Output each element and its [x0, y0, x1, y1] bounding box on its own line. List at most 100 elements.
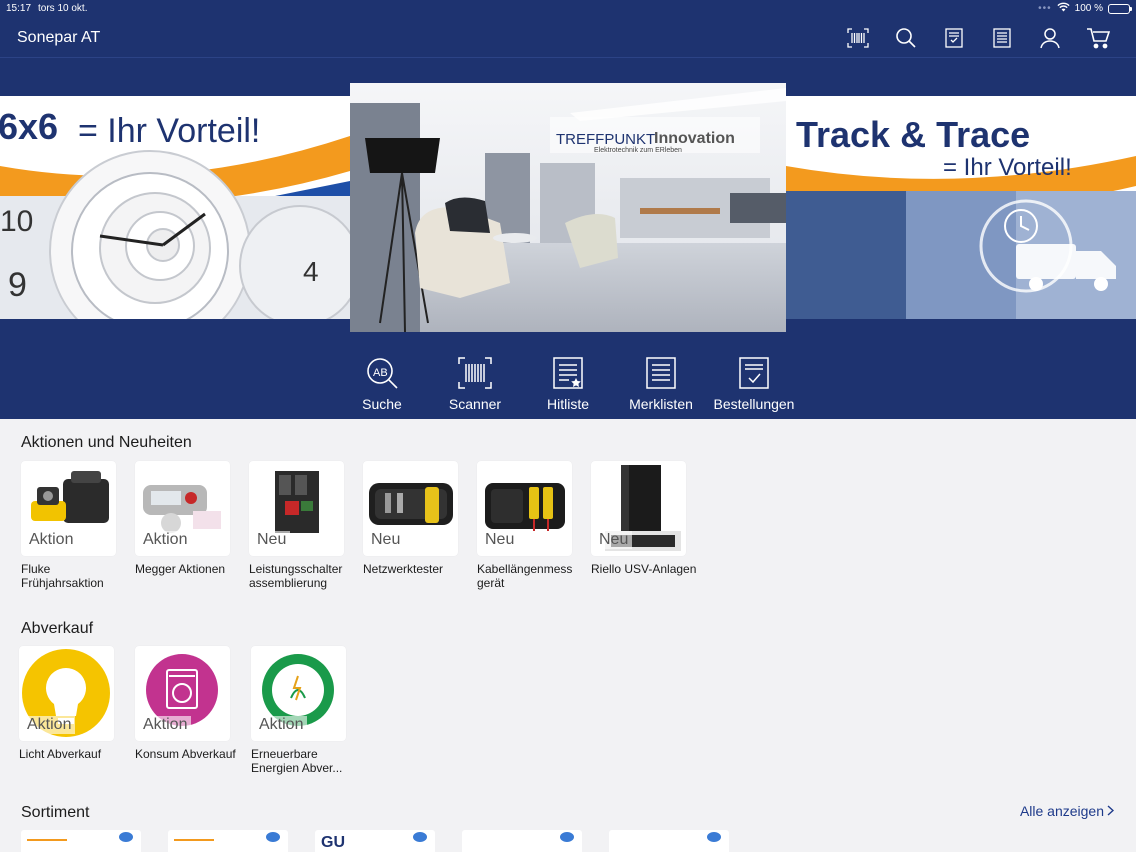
- barcode-icon: [430, 354, 520, 392]
- quick-action-label: Suche: [362, 396, 402, 412]
- tile-name: Megger Aktionen: [135, 562, 226, 576]
- tile-name: Fluke Frühjahrsaktion: [21, 562, 104, 590]
- banner-left-headline: 6x6: [0, 106, 59, 147]
- tile-badge: Aktion: [27, 716, 76, 734]
- banner-slide-6x6[interactable]: 10 9 4 6x6 = Ihr Vorteil!: [0, 96, 350, 319]
- banner-center-sub: Elektrotechnik zum ERleben: [594, 147, 682, 154]
- tile-name: Netzwerktester: [363, 562, 444, 576]
- quick-action-scanner[interactable]: Scanner: [430, 354, 520, 412]
- quick-actions-bar: AB Suche Scanner Hitliste Merklisten Bes…: [0, 354, 1136, 419]
- orders-icon: [709, 354, 799, 392]
- section-title-aktionen: Aktionen und Neuheiten: [21, 434, 192, 451]
- product-image: Neu: [249, 461, 344, 556]
- tile-name: Konsum Abverkauf: [135, 747, 236, 761]
- banner-right-headline: Track & Trace: [796, 114, 1031, 155]
- app-header: 15:17 tors 10 okt. ••• 100 % Sonepar AT: [0, 0, 1136, 419]
- svg-text:4: 4: [303, 256, 319, 287]
- promo-tile[interactable]: Neu Netzwerktester: [363, 461, 459, 576]
- promo-tile[interactable]: Aktion Fluke Frühjahrsaktion: [21, 461, 117, 590]
- search-text-icon: AB: [337, 354, 427, 392]
- tile-name: Licht Abverkauf: [19, 747, 102, 761]
- star-list-icon: [523, 354, 613, 392]
- tile-name: Erneuerbare Energien Abver...: [251, 747, 343, 775]
- banner-slide-track-trace[interactable]: Track & Trace = Ihr Vorteil!: [786, 96, 1136, 319]
- status-date: tors 10 okt.: [38, 3, 88, 14]
- quick-action-suche[interactable]: AB Suche: [337, 354, 427, 412]
- status-bar: 15:17 tors 10 okt. ••• 100 %: [0, 0, 1136, 18]
- promo-tile[interactable]: Neu Kabellängenmess gerät: [477, 461, 573, 590]
- sale-tile[interactable]: Aktion Konsum Abverkauf: [135, 646, 236, 761]
- quick-action-label: Merklisten: [629, 396, 693, 412]
- sortiment-card[interactable]: [462, 830, 582, 852]
- product-image: Neu: [477, 461, 572, 556]
- promo-tile[interactable]: Neu Riello USV-Anlagen: [591, 461, 696, 576]
- product-image: Neu: [591, 461, 686, 556]
- list-icon: [616, 354, 706, 392]
- section-title-sortiment: Sortiment: [21, 804, 90, 821]
- status-time: 15:17: [6, 3, 32, 14]
- tile-name: Riello USV-Anlagen: [591, 562, 697, 576]
- svg-text:10: 10: [0, 205, 33, 238]
- quick-action-label: Hitliste: [546, 396, 589, 412]
- tile-name: Leistungsschalter assemblierung: [249, 562, 343, 590]
- svg-text:AB: AB: [373, 367, 388, 379]
- quick-action-label: Bestellungen: [713, 396, 795, 412]
- battery-icon: [1108, 3, 1132, 14]
- sonepar-logo-icon: [413, 832, 427, 842]
- cart-icon[interactable]: [1086, 26, 1110, 50]
- category-image: Aktion: [135, 646, 230, 741]
- banner-slide-treffpunkt[interactable]: TREFFPUNKT Innovation Elektrotechnik zum…: [350, 83, 786, 332]
- banner-left-tagline: = Ihr Vorteil!: [78, 112, 261, 150]
- tile-badge: Aktion: [143, 716, 192, 734]
- quick-action-merklisten[interactable]: Merklisten: [616, 354, 706, 412]
- battery-percent: 100 %: [1074, 3, 1103, 14]
- promo-banner-carousel[interactable]: 10 9 4 6x6 = Ihr Vorteil! TREFFPUNKT Inn…: [0, 70, 1136, 340]
- tile-badge: Neu: [257, 531, 291, 549]
- promo-tile[interactable]: Aktion Megger Aktionen: [135, 461, 231, 576]
- product-image: Aktion: [135, 461, 230, 556]
- tile-badge: Aktion: [143, 531, 192, 549]
- sortiment-card[interactable]: [21, 830, 141, 852]
- promo-tile[interactable]: Neu Leistungsschalter assemblierung: [249, 461, 345, 590]
- sale-tile[interactable]: Aktion Licht Abverkauf: [19, 646, 115, 761]
- sonepar-logo-icon: [560, 832, 574, 842]
- tile-badge: Neu: [371, 531, 405, 549]
- category-image: Aktion: [251, 646, 346, 741]
- orders-icon[interactable]: [942, 26, 966, 50]
- nav-bar: Sonepar AT: [0, 18, 1136, 58]
- wifi-icon: [1057, 2, 1070, 15]
- sonepar-logo-icon: [119, 832, 133, 842]
- sortiment-card[interactable]: GU: [315, 830, 435, 852]
- see-all-label: Alle anzeigen: [1019, 803, 1104, 819]
- tile-name: Kabellängenmess gerät: [477, 562, 573, 590]
- tile-badge: Neu: [485, 531, 519, 549]
- banner-center-title-a: TREFFPUNKT: [556, 131, 656, 148]
- banner-right-tagline: = Ihr Vorteil!: [943, 154, 1072, 181]
- svg-text:9: 9: [8, 266, 27, 304]
- category-image: Aktion: [19, 646, 114, 741]
- sale-tile[interactable]: Aktion Erneuerbare Energien Abver...: [251, 646, 347, 775]
- search-icon[interactable]: [894, 26, 918, 50]
- sortiment-card[interactable]: [168, 830, 288, 852]
- banner-center-title-b: Innovation: [654, 130, 735, 147]
- tile-badge: Aktion: [259, 716, 308, 734]
- sortiment-card[interactable]: [609, 830, 729, 852]
- quick-action-hitliste[interactable]: Hitliste: [523, 354, 613, 412]
- app-title: Sonepar AT: [17, 29, 101, 46]
- tile-badge: Neu: [599, 531, 633, 549]
- sonepar-logo-icon: [266, 832, 280, 842]
- quick-action-bestellungen[interactable]: Bestellungen: [709, 354, 799, 412]
- brand-logo-gu: GU: [321, 834, 345, 851]
- list-icon[interactable]: [990, 26, 1014, 50]
- chevron-right-icon: [1107, 803, 1115, 819]
- product-image: Aktion: [21, 461, 116, 556]
- user-icon[interactable]: [1038, 26, 1062, 50]
- see-all-link[interactable]: Alle anzeigen: [1019, 803, 1115, 819]
- barcode-icon[interactable]: [846, 26, 870, 50]
- multitask-dots-icon: •••: [1038, 3, 1052, 14]
- section-title-abverkauf: Abverkauf: [21, 620, 94, 637]
- product-image: Neu: [363, 461, 458, 556]
- tile-badge: Aktion: [29, 531, 78, 549]
- quick-action-label: Scanner: [448, 396, 502, 412]
- sonepar-logo-icon: [707, 832, 721, 842]
